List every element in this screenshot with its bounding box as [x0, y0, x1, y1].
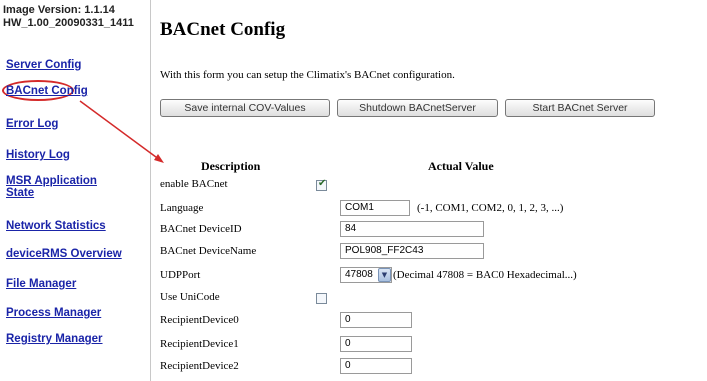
sidebar-item-file-manager[interactable]: File Manager — [6, 278, 148, 290]
use-unicode-checkbox[interactable] — [316, 293, 327, 304]
language-label: Language — [160, 202, 204, 214]
sidebar-item-bacnet-config[interactable]: BACnet Config — [6, 85, 148, 97]
sidebar-item-error-log[interactable]: Error Log — [6, 118, 148, 130]
sidebar-item-network-statistics[interactable]: Network Statistics — [6, 220, 148, 232]
recipient-device0-label: RecipientDevice0 — [160, 314, 239, 326]
sidebar-item-server-config[interactable]: Server Config — [6, 59, 148, 71]
image-version: Image Version: 1.1.14 HW_1.00_20090331_1… — [3, 4, 149, 30]
sidebar-nav: Image Version: 1.1.14 HW_1.00_20090331_1… — [0, 0, 151, 381]
use-unicode-label: Use UniCode — [160, 291, 220, 303]
column-header-description: Description — [201, 159, 261, 173]
sidebar-item-devicerms-overview[interactable]: deviceRMS Overview — [6, 248, 148, 260]
save-cov-values-button[interactable]: Save internal COV-Values — [160, 99, 330, 117]
intro-text: With this form you can setup the Climati… — [160, 69, 455, 81]
recipient-device1-label: RecipientDevice1 — [160, 338, 239, 350]
start-bacnet-server-button[interactable]: Start BACnet Server — [505, 99, 655, 117]
udp-port-value: 47808 — [345, 269, 373, 280]
recipient-device1-input[interactable]: 0 — [340, 336, 412, 352]
column-header-actual-value: Actual Value — [428, 159, 494, 173]
language-hint: (-1, COM1, COM2, 0, 1, 2, 3, ...) — [417, 202, 564, 214]
device-id-input[interactable]: 84 — [340, 221, 484, 237]
recipient-device2-label: RecipientDevice2 — [160, 360, 239, 372]
shutdown-bacnet-server-button[interactable]: Shutdown BACnetServer — [337, 99, 498, 117]
enable-bacnet-label: enable BACnet — [160, 178, 228, 190]
recipient-device2-input[interactable]: 0 — [340, 358, 412, 374]
sidebar-item-process-manager[interactable]: Process Manager — [6, 307, 148, 319]
sidebar-item-registry-manager[interactable]: Registry Manager — [6, 333, 148, 345]
image-version-line1: Image Version: 1.1.14 — [3, 4, 115, 16]
sidebar-item-history-log[interactable]: History Log — [6, 149, 148, 161]
enable-bacnet-checkbox[interactable]: ✔ — [316, 178, 327, 191]
language-input[interactable]: COM1 — [340, 200, 410, 216]
main-content: BACnet Config With this form you can set… — [150, 0, 707, 381]
dropdown-arrow-icon[interactable]: ▼ — [378, 268, 391, 282]
device-name-label: BACnet DeviceName — [160, 245, 257, 257]
recipient-device0-input[interactable]: 0 — [340, 312, 412, 328]
image-version-line2: HW_1.00_20090331_1411 — [3, 17, 134, 29]
device-name-input[interactable]: POL908_FF2C43 — [340, 243, 484, 259]
device-id-label: BACnet DeviceID — [160, 223, 242, 235]
udp-port-hint: (Decimal 47808 = BAC0 Hexadecimal...) — [393, 269, 577, 281]
udp-port-label: UDPPort — [160, 269, 201, 281]
checkmark-icon: ✔ — [318, 178, 327, 189]
page-title: BACnet Config — [160, 19, 286, 40]
sidebar-item-msr-application-state[interactable]: MSR Application State — [6, 175, 106, 199]
